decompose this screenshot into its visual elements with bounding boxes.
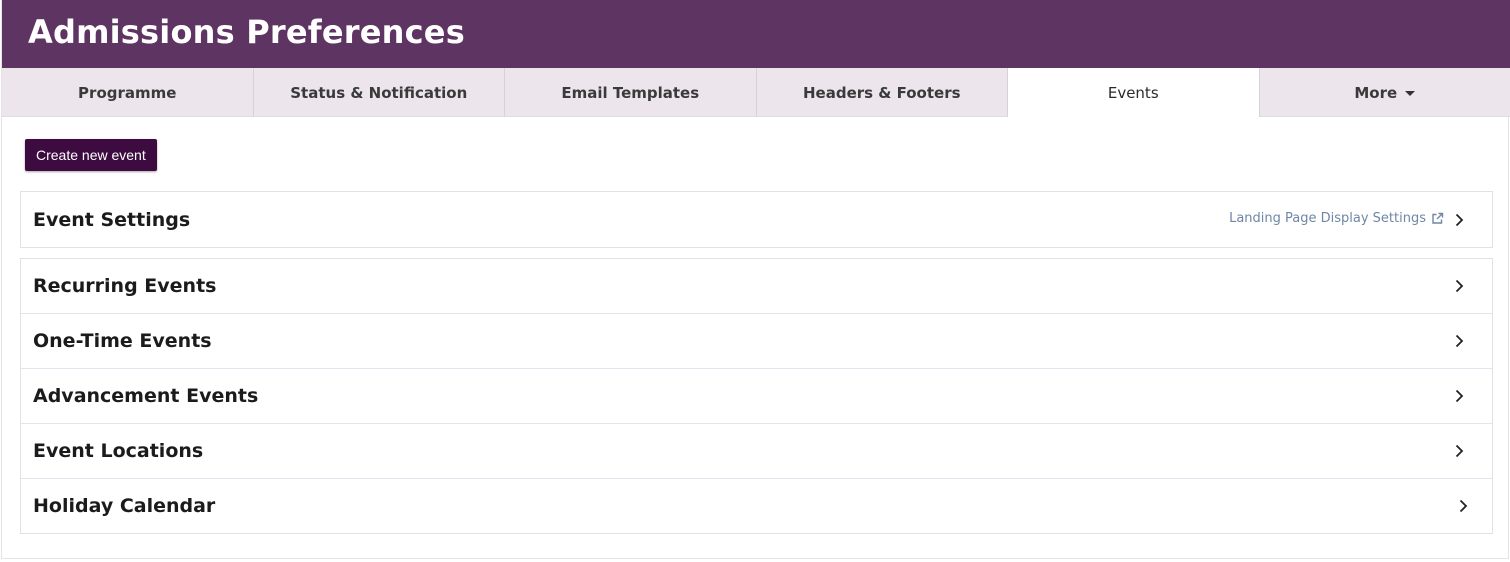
tab-label: Headers & Footers [802,83,961,102]
section-row-event-locations[interactable]: Event Locations [21,424,1492,479]
tab-events[interactable]: Events [1008,68,1260,117]
event-sections-list: Recurring Events One-Time Events Advance… [20,258,1493,534]
page-title: Admissions Preferences [28,13,465,51]
section-row-holiday-calendar[interactable]: Holiday Calendar [21,479,1492,533]
section-row-advancement-events[interactable]: Advancement Events [21,369,1492,424]
page-frame: Admissions Preferences Programme Status … [1,0,1510,559]
tab-status-notification[interactable]: Status & Notification [254,68,505,117]
tab-headers-footers[interactable]: Headers & Footers [757,68,1008,117]
chevron-right-icon [1452,444,1466,458]
tab-label: Programme [78,83,177,102]
tab-label: More [1354,83,1398,102]
tab-programme[interactable]: Programme [2,68,254,117]
section-row-one-time-events[interactable]: One-Time Events [21,314,1492,369]
tab-label: Events [1107,83,1159,102]
chevron-right-icon [1452,279,1466,293]
link-label: Landing Page Display Settings [1229,210,1426,226]
section-title: Holiday Calendar [33,495,216,517]
section-title: Advancement Events [33,385,259,407]
section-row-recurring-events[interactable]: Recurring Events [21,259,1492,314]
tab-label: Status & Notification [290,83,468,102]
section-title: Recurring Events [33,275,217,297]
tab-email-templates[interactable]: Email Templates [505,68,757,117]
create-new-event-button[interactable]: Create new event [25,139,157,171]
caret-down-icon [1405,91,1416,96]
section-title: One-Time Events [33,330,212,352]
chevron-right-icon [1452,389,1466,403]
tab-more-dropdown[interactable]: More [1260,68,1510,117]
section-title: Event Settings [33,208,191,231]
page-header: Admissions Preferences [2,0,1510,68]
tab-label: Email Templates [561,83,700,102]
tab-bar: Programme Status & Notification Email Te… [2,68,1510,117]
event-settings-card: Event Settings Landing Page Display Sett… [20,191,1493,248]
external-link-icon [1432,212,1444,224]
chevron-right-icon [1452,334,1466,348]
section-title: Event Locations [33,440,204,462]
chevron-right-icon [1452,213,1466,227]
chevron-right-icon [1456,499,1470,513]
landing-page-display-settings-link[interactable]: Landing Page Display Settings [1229,211,1444,226]
event-settings-row[interactable]: Event Settings Landing Page Display Sett… [21,192,1492,247]
